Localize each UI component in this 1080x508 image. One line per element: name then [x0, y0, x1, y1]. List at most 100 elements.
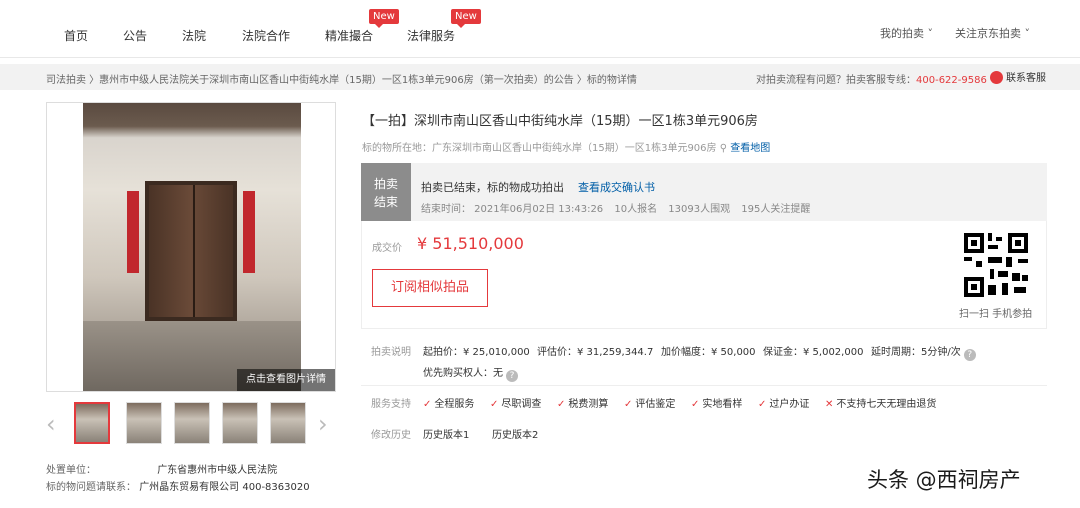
page-title: 【一拍】深圳市南山区香山中街纯水岸（15期）一区1栋3单元906房: [362, 114, 758, 129]
confirmation-link[interactable]: 查看成交确认书: [578, 181, 655, 194]
service-item: ✓ 过户办证: [758, 395, 809, 410]
nav-precise-matching[interactable]: 精准撮合 New: [325, 9, 399, 44]
extension-period: 延时周期：5分钟/次?: [871, 343, 976, 361]
thumbnail[interactable]: [126, 402, 162, 444]
service-item-label: 全程服务: [434, 399, 475, 410]
bid-increment: 加价幅度：¥ 50,000: [661, 347, 756, 358]
end-time: 结束时间： 2021年06月02日 13:43:26: [421, 204, 604, 215]
signup-count: 10人报名: [614, 204, 658, 215]
view-count: 13093人围观: [668, 204, 731, 215]
status-badge: 拍卖 结束: [361, 163, 411, 221]
status-badge-line2: 结束: [373, 195, 398, 209]
door: [145, 181, 237, 321]
reminder-count: 195人关注提醒: [741, 204, 811, 215]
disposal-unit-value: 广东省惠州市中级人民法院: [157, 465, 278, 476]
nav-precise-matching-label: 精准撮合: [325, 29, 374, 43]
service-item: ✓ 评估鉴定: [624, 395, 675, 410]
deal-price-value: ¥ 51,510,000: [417, 234, 524, 253]
qr-label: 扫一扫 手机参拍: [959, 309, 1033, 320]
location-label: 标的物所在地：: [362, 143, 432, 154]
nav-home[interactable]: 首页: [64, 27, 88, 44]
status-meta: 结束时间： 2021年06月02日 13:43:26 10人报名 13093人围…: [421, 200, 810, 215]
chevron-left-icon[interactable]: ‹: [46, 410, 56, 438]
extension-period-text: 延时周期：5分钟/次: [871, 347, 961, 358]
customer-service-icon: [990, 71, 1003, 84]
service-item-label: 不支持七天无理由退货: [836, 399, 937, 410]
service-item: ✓ 税费测算: [557, 395, 608, 410]
item-location: 标的物所在地：广东深圳市南山区香山中街纯水岸（15期）一区1栋3单元906房 ⚲…: [362, 139, 770, 154]
history-version-1[interactable]: 历史版本1: [423, 426, 469, 441]
services-label: 服务支持: [371, 399, 411, 410]
breadcrumb[interactable]: 司法拍卖 〉惠州市中级人民法院关于深圳市南山区香山中街纯水岸（15期）一区1栋3…: [46, 71, 637, 86]
thumbnail-strip: ‹ ›: [46, 400, 336, 448]
nav-legal-service-label: 法律服务: [407, 29, 456, 43]
nav-announcement[interactable]: 公告: [123, 27, 147, 44]
new-badge: New: [369, 9, 399, 28]
thumbnail[interactable]: [270, 402, 306, 444]
nav-court[interactable]: 法院: [182, 27, 206, 44]
map-pin-icon: ⚲: [719, 143, 728, 154]
appraisal-price: 评估价：¥ 31,259,344.7: [537, 347, 654, 358]
status-badge-line1: 拍卖: [373, 177, 398, 191]
price-panel: 成交价 ¥ 51,510,000 订阅相似拍品 扫一扫 手机参拍: [361, 221, 1047, 329]
new-badge: New: [451, 9, 481, 28]
close-icon: ✕: [825, 399, 834, 410]
contact-service-label: 联系客服: [1006, 73, 1046, 84]
service-item: ✓ 全程服务: [423, 395, 474, 410]
nav-court-cooperation[interactable]: 法院合作: [242, 27, 290, 44]
contact-info-value: 广州晶东贸易有限公司 400-8363020: [139, 482, 310, 493]
watermark: 头条 @西祠房产: [867, 468, 1021, 492]
disposal-unit-label: 处置单位：: [46, 465, 96, 476]
chevron-right-icon[interactable]: ›: [318, 410, 328, 438]
service-phone: 400-622-9586: [916, 75, 987, 86]
qr-code-icon: [962, 231, 1030, 299]
service-item-unsupported: ✕ 不支持七天无理由退货: [825, 395, 936, 410]
view-map-link[interactable]: 查看地图: [730, 143, 770, 154]
chevron-down-icon: ˅: [927, 27, 934, 40]
thumbnail[interactable]: [222, 402, 258, 444]
follow-menu[interactable]: 关注京东拍卖 ˅: [955, 25, 1030, 41]
help-icon[interactable]: ?: [506, 370, 518, 382]
deposit: 保证金：¥ 5,002,000: [763, 347, 864, 358]
follow-label: 关注京东拍卖: [955, 27, 1021, 40]
service-item-label: 评估鉴定: [635, 399, 676, 410]
chevron-down-icon: ˅: [1024, 27, 1031, 40]
priority-buyer-text: 优先购买权人：无: [423, 368, 503, 379]
main-image[interactable]: 点击查看图片详情: [46, 102, 336, 392]
my-auction-menu[interactable]: 我的拍卖 ˅: [880, 25, 933, 41]
help-line: 对拍卖流程有问题？拍卖客服专线：400-622-9586: [756, 71, 987, 86]
service-item-label: 尽职调查: [501, 399, 542, 410]
status-message-text: 拍卖已结束，标的物成功拍出: [421, 181, 564, 194]
couplet-right: [243, 191, 255, 273]
history-version-2[interactable]: 历史版本2: [492, 426, 538, 441]
view-image-details-button[interactable]: 点击查看图片详情: [237, 369, 335, 391]
check-icon: ✓: [758, 399, 767, 410]
service-item-label: 过户办证: [769, 399, 810, 410]
deal-price-label: 成交价: [372, 243, 402, 254]
check-icon: ✓: [557, 399, 566, 410]
auction-status: 拍卖 结束 拍卖已结束，标的物成功拍出 查看成交确认书 结束时间： 2021年06…: [361, 163, 1047, 221]
thumbnail[interactable]: [74, 402, 110, 444]
start-price: 起拍价：¥ 25,010,000: [423, 347, 530, 358]
divider: [361, 385, 1047, 386]
my-auction-label: 我的拍卖: [880, 27, 924, 40]
contact-info: 标的物问题请联系： 广州晶东贸易有限公司 400-8363020: [46, 478, 310, 493]
nav-legal-service[interactable]: 法律服务 New: [407, 9, 481, 44]
service-item: ✓ 尽职调查: [490, 395, 541, 410]
help-icon[interactable]: ?: [963, 349, 976, 361]
contact-service-button[interactable]: 联系客服: [990, 69, 1046, 84]
check-icon: ✓: [490, 399, 499, 410]
thumbnail[interactable]: [174, 402, 210, 444]
priority-buyer: 优先购买权人：无?: [423, 364, 518, 382]
disposal-unit: 处置单位： 广东省惠州市中级人民法院: [46, 461, 277, 476]
contact-info-label: 标的物问题请联系：: [46, 482, 136, 493]
status-message: 拍卖已结束，标的物成功拍出 查看成交确认书: [421, 179, 655, 195]
help-text: 对拍卖流程有问题？拍卖客服专线：: [756, 75, 916, 86]
subscribe-similar-button[interactable]: 订阅相似拍品: [372, 269, 488, 307]
couplet-left: [127, 191, 139, 273]
history-label: 修改历史: [371, 430, 411, 441]
breadcrumb-bar: 司法拍卖 〉惠州市中级人民法院关于深圳市南山区香山中街纯水岸（15期）一区1栋3…: [0, 64, 1080, 90]
check-icon: ✓: [423, 399, 432, 410]
check-icon: ✓: [691, 399, 700, 410]
location-value: 广东深圳市南山区香山中街纯水岸（15期）一区1栋3单元906房: [432, 143, 717, 154]
